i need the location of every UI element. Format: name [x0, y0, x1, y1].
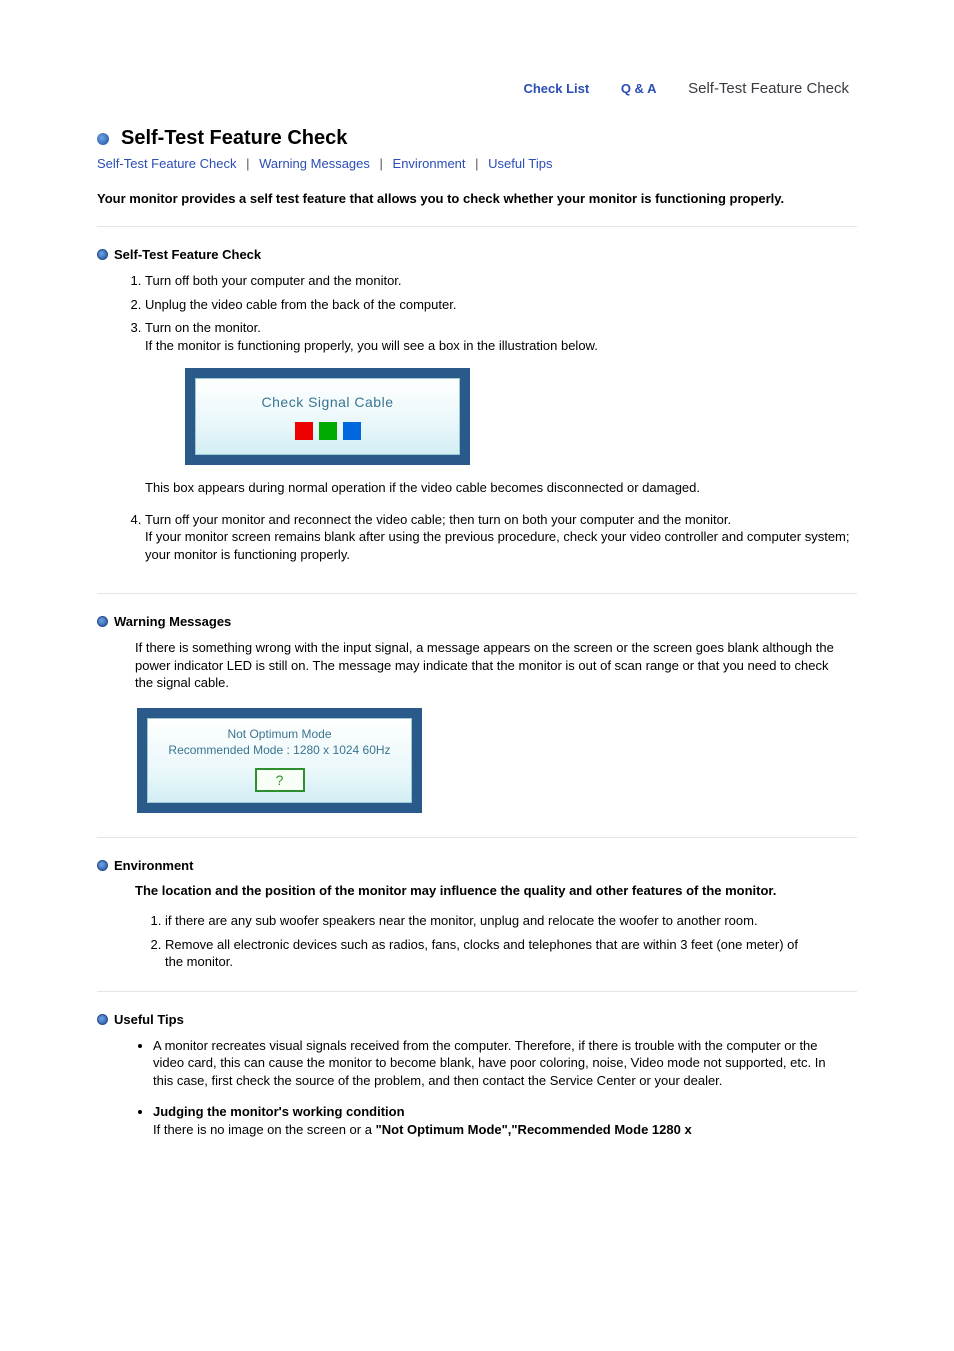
nav-self-test[interactable]: Self-Test Feature Check [688, 80, 857, 97]
tip-text-a: If there is no image on the screen or a [153, 1122, 376, 1137]
divider [97, 593, 857, 594]
separator: | [246, 156, 249, 171]
ill-text: Check Signal Cable [206, 393, 449, 412]
subhead-environment: Environment [97, 858, 857, 873]
step-text: Turn on the monitor. [145, 320, 261, 335]
illustration-not-optimum: Not Optimum Mode Recommended Mode : 1280… [137, 708, 857, 813]
divider [97, 226, 857, 227]
step-item: Turn off both your computer and the moni… [145, 272, 857, 290]
ill-inner: Check Signal Cable [195, 378, 460, 455]
env-item: if there are any sub woofer speakers nea… [165, 912, 817, 930]
nav-check-list[interactable]: Check List [523, 81, 597, 96]
anchor-tips[interactable]: Useful Tips [488, 156, 552, 171]
anchor-environment[interactable]: Environment [393, 156, 466, 171]
warning-body: If there is something wrong with the inp… [135, 639, 847, 692]
tip-text-b: "Not Optimum Mode","Recommended Mode 128… [376, 1122, 692, 1137]
environment-intro: The location and the position of the mon… [135, 883, 857, 898]
divider [97, 991, 857, 992]
self-test-steps: Turn off both your computer and the moni… [127, 272, 857, 563]
separator: | [475, 156, 478, 171]
ill-outer: Check Signal Cable [185, 368, 470, 465]
sub-bullet-icon [97, 1014, 108, 1025]
ill-inner: Not Optimum Mode Recommended Mode : 1280… [147, 718, 412, 803]
step-text: If your monitor screen remains blank aft… [145, 529, 850, 562]
anchor-nav: Self-Test Feature Check | Warning Messag… [97, 156, 857, 171]
blue-square-icon [343, 422, 361, 440]
tip-title: Judging the monitor's working condition [153, 1104, 405, 1119]
page-title: Self-Test Feature Check [121, 127, 347, 150]
subhead-label: Warning Messages [114, 614, 231, 629]
bullet-icon [97, 133, 109, 145]
anchor-warning[interactable]: Warning Messages [259, 156, 370, 171]
step-item: Unplug the video cable from the back of … [145, 296, 857, 314]
intro-text: Your monitor provides a self test featur… [97, 191, 857, 206]
env-item: Remove all electronic devices such as ra… [165, 936, 817, 971]
step-item: Turn on the monitor. If the monitor is f… [145, 319, 857, 497]
tip-item: Judging the monitor's working condition … [153, 1103, 847, 1138]
subhead-label: Useful Tips [114, 1012, 184, 1027]
subhead-warning: Warning Messages [97, 614, 857, 629]
step-text: If the monitor is functioning properly, … [145, 338, 598, 353]
environment-list: if there are any sub woofer speakers nea… [147, 912, 817, 971]
subhead-self-test: Self-Test Feature Check [97, 247, 857, 262]
ill-line1: Not Optimum Mode [227, 727, 331, 741]
ill-text: Not Optimum Mode Recommended Mode : 1280… [156, 727, 403, 758]
separator: | [380, 156, 383, 171]
green-square-icon [319, 422, 337, 440]
step-item: Turn off your monitor and reconnect the … [145, 511, 857, 564]
ill-outer: Not Optimum Mode Recommended Mode : 1280… [137, 708, 422, 813]
sub-bullet-icon [97, 616, 108, 627]
tip-item: A monitor recreates visual signals recei… [153, 1037, 847, 1090]
page-container: Check List Q & A Self-Test Feature Check… [77, 0, 877, 1192]
subhead-label: Environment [114, 858, 193, 873]
section-header: Self-Test Feature Check [97, 127, 857, 150]
top-nav: Check List Q & A Self-Test Feature Check [97, 40, 857, 107]
rgb-squares [206, 422, 449, 440]
tips-list: A monitor recreates visual signals recei… [135, 1037, 847, 1139]
divider [97, 837, 857, 838]
anchor-self-test[interactable]: Self-Test Feature Check [97, 156, 236, 171]
sub-bullet-icon [97, 860, 108, 871]
question-mark-icon: ? [255, 768, 305, 792]
subhead-label: Self-Test Feature Check [114, 247, 261, 262]
step-text: Turn off your monitor and reconnect the … [145, 512, 731, 527]
nav-q-and-a[interactable]: Q & A [621, 81, 665, 96]
sub-bullet-icon [97, 249, 108, 260]
ill-line2: Recommended Mode : 1280 x 1024 60Hz [168, 743, 390, 757]
red-square-icon [295, 422, 313, 440]
subhead-tips: Useful Tips [97, 1012, 857, 1027]
illustration-check-signal: Check Signal Cable [185, 368, 857, 465]
step-note: This box appears during normal operation… [145, 479, 857, 497]
